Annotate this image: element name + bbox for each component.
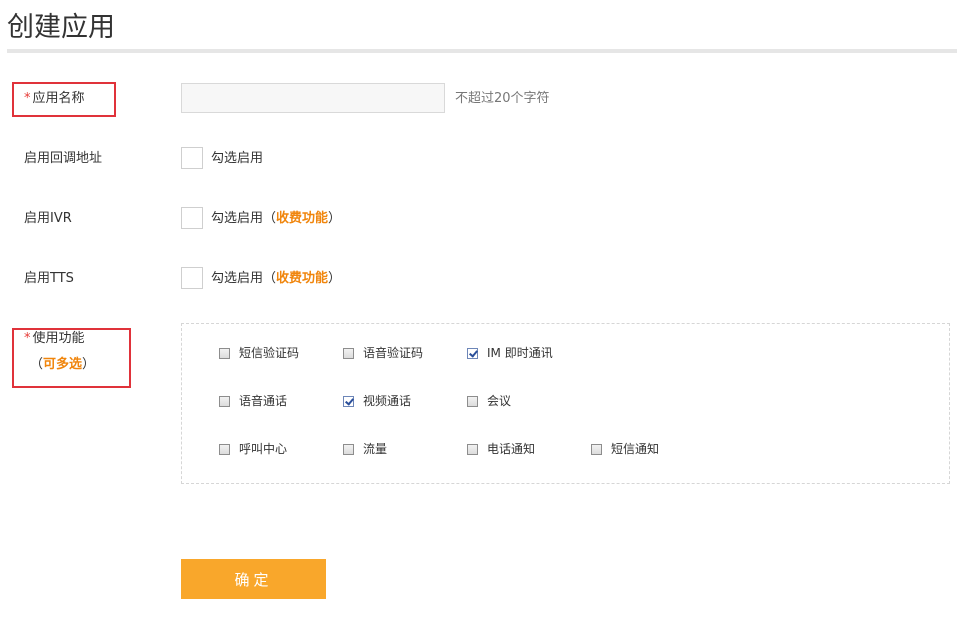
required-mark: * (24, 91, 31, 106)
required-mark: * (24, 331, 31, 346)
feature-label: 会议 (487, 394, 512, 408)
tts-checkbox[interactable] (181, 267, 203, 289)
page-title: 创建应用 (7, 12, 115, 43)
feature-label: 呼叫中心 (239, 442, 288, 456)
app-name-input[interactable] (181, 83, 445, 113)
ivr-checkbox-text: 勾选启用（ (211, 211, 277, 226)
feature-phone-notice[interactable]: 电话通知 (467, 441, 535, 457)
app-name-label-text: 应用名称 (32, 91, 85, 106)
feature-sms-code[interactable]: 短信验证码 (219, 345, 299, 361)
callback-checkbox-text: 勾选启用 (211, 151, 264, 166)
ivr-checkbox[interactable] (181, 207, 203, 229)
feature-label: 短信验证码 (239, 346, 300, 360)
tts-checkbox-text: 勾选启用（ (211, 271, 277, 286)
feature-meeting[interactable]: 会议 (467, 393, 511, 409)
feature-checkbox[interactable] (343, 395, 354, 407)
feature-im[interactable]: IM 即时通讯 (467, 345, 553, 361)
features-hint-close: ） (82, 357, 96, 372)
feature-voice-code[interactable]: 语音验证码 (343, 345, 423, 361)
app-name-hint: 不超过20个字符 (455, 91, 550, 106)
feature-label: 电话通知 (487, 442, 536, 456)
callback-checkbox[interactable] (181, 147, 203, 169)
features-label-text: 使用功能 (32, 331, 85, 346)
feature-checkbox[interactable] (467, 395, 478, 407)
feature-checkbox[interactable] (219, 443, 230, 455)
feature-label: 短信通知 (611, 442, 660, 456)
feature-sms-notice[interactable]: 短信通知 (591, 441, 659, 457)
feature-checkbox[interactable] (467, 347, 478, 359)
features-hint-open: （ (30, 357, 44, 372)
feature-voice-call[interactable]: 语音通话 (219, 393, 287, 409)
tts-close-paren: ） (328, 271, 342, 286)
features-panel: 短信验证码 语音验证码 IM 即时通讯 语音通话 视频通话 会议 呼叫中心 流量… (181, 323, 950, 484)
feature-checkbox[interactable] (467, 443, 478, 455)
tts-checkbox-label: 勾选启用（收费功能） (211, 269, 341, 289)
feature-checkbox[interactable] (219, 395, 230, 407)
ivr-label: 启用IVR (24, 211, 72, 226)
features-multi-hint: （可多选） (30, 355, 95, 375)
feature-video-call[interactable]: 视频通话 (343, 393, 411, 409)
app-name-label: * 应用名称 (24, 89, 85, 109)
callback-checkbox-label: 勾选启用 (211, 149, 263, 169)
feature-checkbox[interactable] (219, 347, 230, 359)
feature-label: 语音通话 (239, 394, 288, 408)
feature-traffic[interactable]: 流量 (343, 441, 387, 457)
callback-label: 启用回调地址 (24, 151, 103, 166)
title-divider (7, 49, 957, 53)
confirm-button[interactable]: 确定 (181, 559, 326, 599)
ivr-close-paren: ） (328, 211, 342, 226)
feature-checkbox[interactable] (591, 443, 602, 455)
ivr-paid-badge: 收费功能 (276, 211, 329, 226)
tts-label: 启用TTS (24, 271, 74, 286)
ivr-checkbox-label: 勾选启用（收费功能） (211, 209, 341, 229)
features-label: * 使用功能 (24, 329, 85, 349)
feature-label: 视频通话 (363, 394, 412, 408)
feature-checkbox[interactable] (343, 347, 354, 359)
feature-label: 语音验证码 (363, 346, 424, 360)
feature-label: IM 即时通讯 (487, 346, 553, 360)
tts-paid-badge: 收费功能 (276, 271, 329, 286)
features-multi-text: 可多选 (43, 357, 83, 372)
feature-label: 流量 (363, 442, 388, 456)
feature-call-center[interactable]: 呼叫中心 (219, 441, 287, 457)
feature-checkbox[interactable] (343, 443, 354, 455)
